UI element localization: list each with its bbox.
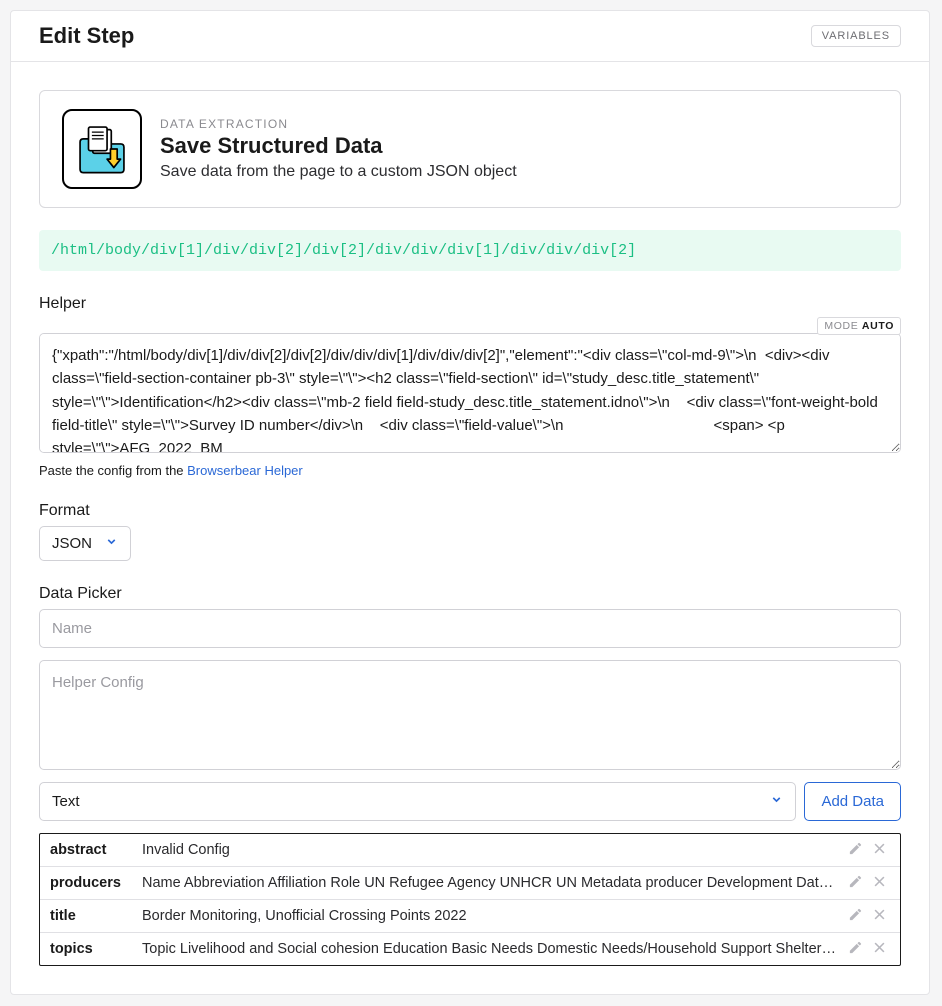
browserbear-helper-link[interactable]: Browserbear Helper [187, 463, 303, 478]
format-label: Format [39, 502, 901, 520]
edit-icon[interactable] [848, 874, 866, 892]
action-title: Save Structured Data [160, 133, 517, 159]
add-data-row: Text Add Data [39, 782, 901, 821]
helper-config-textarea[interactable] [39, 660, 901, 770]
data-table: abstract Invalid Config producers Name Abbr… [39, 833, 901, 966]
edit-icon[interactable] [848, 940, 866, 958]
row-actions [848, 874, 890, 892]
chevron-down-icon [105, 535, 118, 552]
action-description: Save data from the page to a custom JSON… [160, 163, 517, 181]
delete-icon[interactable] [872, 874, 890, 892]
data-type-select[interactable]: Text [39, 782, 796, 821]
row-key: abstract [50, 842, 130, 858]
table-row: producers Name Abbreviation Affiliation R… [40, 866, 900, 899]
data-type-value: Text [52, 793, 80, 810]
delete-icon[interactable] [872, 841, 890, 859]
data-picker-name-input[interactable] [39, 609, 901, 648]
row-value: Border Monitoring, Unofficial Crossing P… [142, 908, 836, 924]
row-actions [848, 940, 890, 958]
format-select[interactable]: JSON [39, 526, 131, 561]
data-picker-label: Data Picker [39, 585, 901, 603]
action-eyebrow: DATA EXTRACTION [160, 117, 517, 131]
row-value: Invalid Config [142, 842, 836, 858]
helper-mode-badge[interactable]: MODE AUTO [817, 317, 901, 335]
delete-icon[interactable] [872, 907, 890, 925]
edit-icon[interactable] [848, 907, 866, 925]
helper-mode-label: MODE [824, 320, 862, 332]
chevron-down-icon [770, 793, 783, 810]
row-key: topics [50, 941, 130, 957]
add-data-button[interactable]: Add Data [804, 782, 901, 821]
row-key: title [50, 908, 130, 924]
helper-mode-value: AUTO [862, 320, 894, 332]
edit-step-panel: Edit Step VARIABLES [10, 10, 930, 995]
format-value: JSON [52, 535, 92, 552]
helper-hint-prefix: Paste the config from the [39, 463, 187, 478]
page-title: Edit Step [39, 23, 134, 49]
action-card: DATA EXTRACTION Save Structured Data Sav… [39, 90, 901, 208]
helper-label: Helper [39, 295, 901, 313]
table-row: title Border Monitoring, Unofficial Cross… [40, 899, 900, 932]
helper-hint: Paste the config from the Browserbear He… [39, 463, 901, 478]
row-actions [848, 841, 890, 859]
row-actions [848, 907, 890, 925]
save-structured-data-icon [62, 109, 142, 189]
panel-header: Edit Step VARIABLES [11, 11, 929, 62]
variables-button[interactable]: VARIABLES [811, 25, 901, 47]
delete-icon[interactable] [872, 940, 890, 958]
row-value: Name Abbreviation Affiliation Role UN Re… [142, 875, 836, 891]
helper-textarea[interactable] [39, 333, 901, 453]
helper-row: MODE AUTO [39, 319, 901, 457]
panel-body: DATA EXTRACTION Save Structured Data Sav… [11, 62, 929, 994]
action-card-text: DATA EXTRACTION Save Structured Data Sav… [160, 117, 517, 181]
edit-icon[interactable] [848, 841, 866, 859]
table-row: abstract Invalid Config [40, 834, 900, 866]
xpath-display: /html/body/div[1]/div/div[2]/div[2]/div/… [39, 230, 901, 271]
table-row: topics Topic Livelihood and Social cohesi… [40, 932, 900, 965]
row-key: producers [50, 875, 130, 891]
row-value: Topic Livelihood and Social cohesion Edu… [142, 941, 836, 957]
